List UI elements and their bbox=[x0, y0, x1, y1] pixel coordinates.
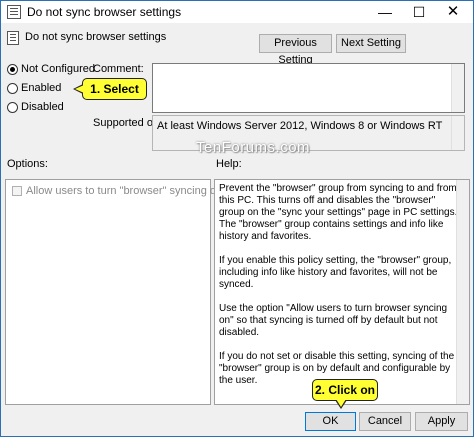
comment-textarea[interactable] bbox=[152, 63, 465, 113]
window-title: Do not sync browser settings bbox=[27, 5, 182, 19]
maximize-button[interactable]: ☐ bbox=[403, 1, 435, 23]
allow-browser-sync-label: Allow users to turn "browser" syncing on… bbox=[26, 185, 226, 197]
next-setting-button[interactable]: Next Setting bbox=[336, 34, 406, 53]
supported-on-value: At least Windows Server 2012, Windows 8 … bbox=[157, 120, 443, 132]
close-button[interactable]: ✕ bbox=[437, 1, 469, 23]
select-callout: 1. Select bbox=[73, 78, 147, 100]
options-label: Options: bbox=[7, 158, 48, 170]
help-paragraph: Use the option "Allow users to turn brow… bbox=[219, 303, 448, 338]
radio-label[interactable]: Enabled bbox=[21, 82, 61, 94]
radio-dot-icon[interactable] bbox=[7, 83, 18, 94]
help-paragraph: If you enable this policy setting, the "… bbox=[219, 255, 452, 290]
comment-label: Comment: bbox=[93, 63, 144, 75]
click-on-callout: 2. Click on bbox=[312, 379, 378, 409]
policy-setting-icon bbox=[7, 31, 19, 45]
minimize-button[interactable]: — bbox=[369, 1, 401, 23]
policy-document-icon bbox=[7, 5, 21, 19]
policy-name: Do not sync browser settings bbox=[25, 31, 167, 43]
help-pane: Prevent the "browser" group from syncing… bbox=[214, 179, 470, 405]
apply-button[interactable]: Apply bbox=[415, 412, 468, 431]
cancel-button[interactable]: Cancel bbox=[359, 412, 411, 431]
radio-dot-icon[interactable] bbox=[7, 102, 18, 113]
help-scrollbar[interactable] bbox=[456, 180, 469, 404]
options-pane: Allow users to turn "browser" syncing on… bbox=[5, 179, 225, 405]
title-bar[interactable]: Do not sync browser settings — ☐ ✕ bbox=[1, 1, 473, 23]
help-paragraph: Prevent the "browser" group from syncing… bbox=[219, 183, 458, 242]
previous-setting-button[interactable]: Previous Setting bbox=[259, 34, 332, 66]
radio-label[interactable]: Not Configured bbox=[21, 63, 95, 75]
ok-button[interactable]: OK bbox=[305, 412, 356, 431]
help-text: Prevent the "browser" group from syncing… bbox=[219, 183, 459, 399]
policy-editor-window: Do not sync browser settings — ☐ ✕ Do no… bbox=[0, 0, 474, 437]
comment-scrollbar[interactable] bbox=[451, 64, 464, 112]
radio-dot-selected-icon[interactable] bbox=[7, 64, 18, 75]
radio-label[interactable]: Disabled bbox=[21, 101, 64, 113]
help-label: Help: bbox=[216, 158, 242, 170]
allow-browser-sync-checkbox[interactable] bbox=[12, 186, 22, 196]
supported-scrollbar[interactable] bbox=[451, 116, 464, 150]
watermark: TenForums.com bbox=[196, 139, 311, 156]
